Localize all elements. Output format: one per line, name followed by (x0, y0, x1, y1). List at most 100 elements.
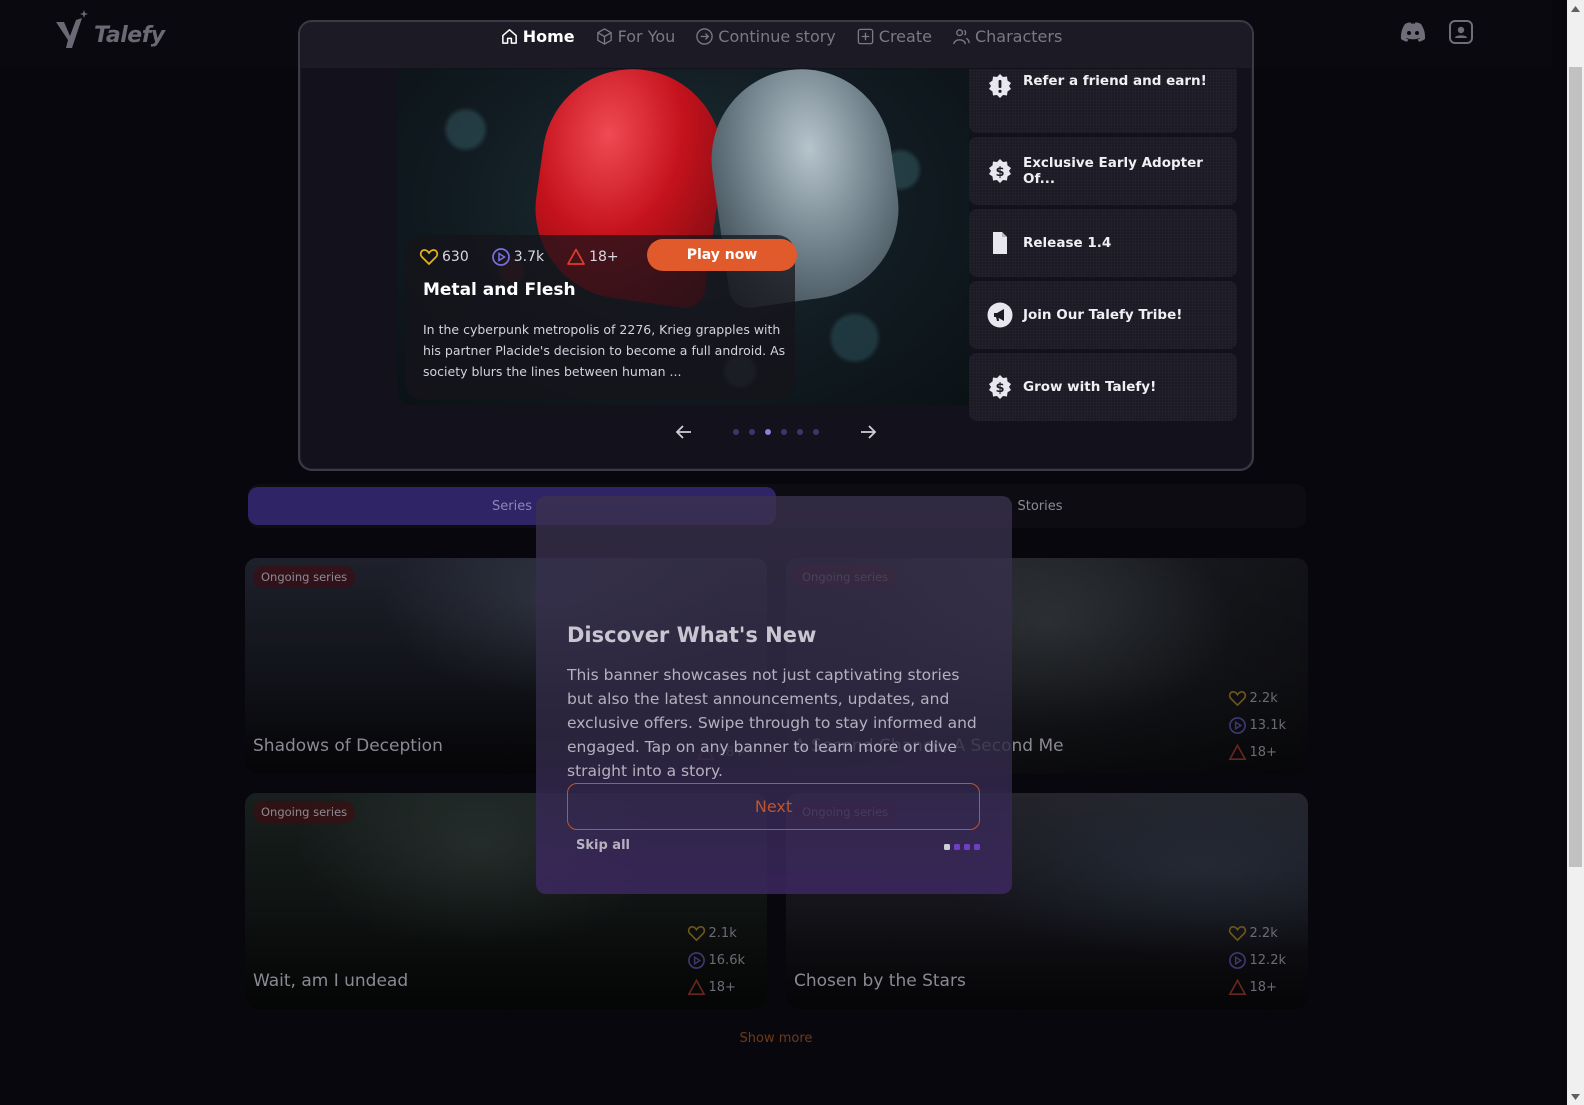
series-likes: 2.2k (1228, 689, 1286, 708)
logo[interactable]: Talefy (54, 10, 165, 50)
warning-triangle-icon (1228, 978, 1246, 995)
series-likes-count: 2.2k (1249, 926, 1278, 941)
caret-up-icon (1571, 5, 1580, 12)
dice-icon (596, 27, 612, 45)
onboarding-step-dot (954, 844, 960, 850)
play-circle-icon (1228, 952, 1246, 969)
carousel-dot[interactable] (781, 429, 787, 435)
arrow-right-icon (861, 425, 877, 439)
document-icon (993, 232, 1007, 254)
hero-rating: 18+ (566, 247, 619, 267)
show-more-link[interactable]: Show more (0, 1031, 1552, 1046)
arrow-circle-icon (696, 27, 714, 45)
scroll-down-button[interactable] (1567, 1088, 1584, 1105)
hero-banner[interactable]: 630 3.7k 18+ Play now Metal and Flesh In… (397, 69, 969, 405)
nav-create[interactable]: Create (856, 27, 932, 46)
hero-description: In the cyberpunk metropolis of 2276, Kri… (423, 322, 786, 379)
carousel-dot[interactable] (765, 429, 771, 435)
nav-characters-label: Characters (974, 26, 1063, 46)
series-stats: 2.1k 16.6k 18+ (687, 924, 745, 997)
nav-home-label: Home (522, 26, 575, 46)
side-banner-label: Join Our Talefy Tribe! (1023, 307, 1183, 323)
onboarding-title: Discover What's New (567, 623, 817, 647)
discord-button[interactable] (1400, 19, 1426, 45)
onboarding-body: This banner showcases not just captivati… (567, 666, 977, 780)
series-title: Chosen by the Stars (794, 971, 966, 991)
side-banner-release[interactable]: Release 1.4 (969, 209, 1237, 277)
heart-icon (419, 249, 439, 266)
series-likes: 2.2k (1228, 924, 1286, 943)
onboarding-next-button[interactable]: Next (567, 783, 980, 830)
nav-create-label: Create (878, 26, 932, 46)
main-nav: Home For You Continue story Create Chara… (300, 22, 1252, 68)
logo-mark-icon (56, 10, 88, 48)
profile-button[interactable] (1448, 19, 1474, 45)
svg-text:$: $ (995, 165, 1004, 180)
brand-name: Talefy (94, 23, 165, 48)
ongoing-series-badge: Ongoing series (253, 801, 356, 823)
play-circle-icon (1228, 717, 1246, 734)
carousel-prev-button[interactable] (669, 417, 699, 447)
side-banner-label: Release 1.4 (1023, 235, 1112, 251)
play-circle-icon (491, 248, 510, 266)
side-banner-early-adopter[interactable]: $ Exclusive Early Adopter Of... (969, 137, 1237, 205)
series-rating: 18+ (1228, 978, 1286, 997)
alert-badge-icon (989, 74, 1011, 98)
series-title: Wait, am I undead (253, 971, 409, 991)
onboarding-step-dot (964, 844, 970, 850)
nav-continue-story[interactable]: Continue story (695, 27, 836, 46)
onboarding-skip-button[interactable]: Skip all (576, 838, 630, 853)
carousel-next-button[interactable] (853, 417, 883, 447)
series-title: Shadows of Deception (253, 736, 443, 756)
nav-for-you[interactable]: For You (595, 27, 675, 46)
hero-likes: 630 (419, 247, 469, 267)
side-banner-label: Grow with Talefy! (1023, 379, 1157, 395)
series-plays-count: 12.2k (1249, 953, 1286, 968)
series-likes-count: 2.2k (1249, 691, 1278, 706)
side-banner-grow[interactable]: $ Grow with Talefy! (969, 353, 1237, 421)
dollar-badge-icon: $ (989, 159, 1011, 183)
heart-icon (687, 926, 705, 942)
heart-icon (1228, 691, 1246, 707)
warning-triangle-icon (687, 978, 705, 995)
side-banner-list: Refer a friend and earn! $ Exclusive Ear… (969, 69, 1237, 421)
side-banner-tribe[interactable]: Join Our Talefy Tribe! (969, 281, 1237, 349)
side-banner-label: Refer a friend and earn! (1023, 73, 1207, 89)
series-likes-count: 2.1k (708, 926, 737, 941)
users-icon (953, 28, 970, 44)
side-banner-label: Exclusive Early Adopter Of... (1023, 155, 1203, 187)
series-plays-count: 16.6k (708, 953, 745, 968)
scroll-up-button[interactable] (1567, 0, 1584, 17)
series-likes: 2.1k (687, 924, 745, 943)
series-plays-count: 13.1k (1249, 718, 1286, 733)
home-icon (501, 28, 517, 44)
carousel-dot[interactable] (797, 429, 803, 435)
onboarding-tooltip: Discover What's New This banner showcase… (536, 496, 1012, 894)
svg-text:$: $ (995, 381, 1004, 396)
hero-rating-label: 18+ (589, 249, 619, 265)
discord-icon (1400, 22, 1426, 42)
carousel-dot[interactable] (733, 429, 739, 435)
series-rating-label: 18+ (1249, 980, 1277, 995)
series-plays: 13.1k (1228, 716, 1286, 735)
heart-icon (1228, 926, 1246, 942)
nav-home[interactable]: Home (500, 27, 575, 46)
carousel-dots (733, 429, 819, 435)
megaphone-icon (987, 302, 1013, 328)
play-circle-icon (687, 952, 705, 969)
series-rating-label: 18+ (708, 980, 736, 995)
scrollbar-thumb[interactable] (1569, 67, 1582, 867)
carousel-dot[interactable] (749, 429, 755, 435)
series-rating-label: 18+ (1249, 745, 1277, 760)
side-banner-refer[interactable]: Refer a friend and earn! (969, 69, 1237, 133)
series-plays: 12.2k (1228, 951, 1286, 970)
carousel-dot[interactable] (813, 429, 819, 435)
hero-plays: 3.7k (491, 247, 544, 267)
hero-plays-count: 3.7k (513, 249, 545, 265)
page-scrollbar[interactable] (1567, 0, 1584, 1105)
arrow-left-icon (675, 425, 691, 439)
nav-characters[interactable]: Characters (952, 27, 1062, 46)
play-now-button[interactable]: Play now (647, 239, 797, 271)
series-stats: 2.2k 13.1k 18+ (1228, 689, 1286, 762)
series-rating: 18+ (687, 978, 745, 997)
